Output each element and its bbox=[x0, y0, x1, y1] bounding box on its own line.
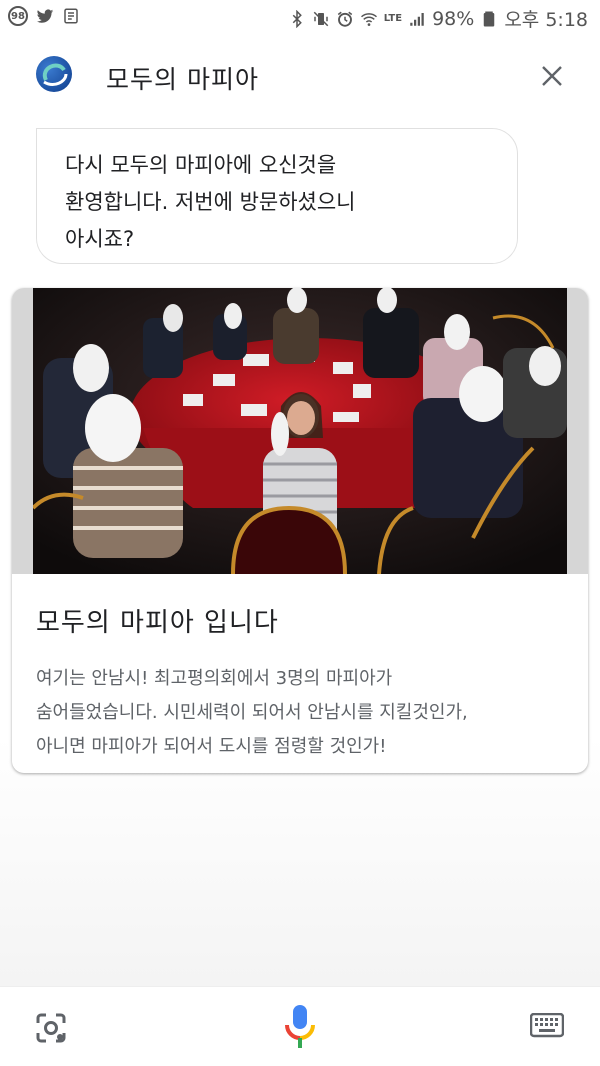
card-description: 여기는 안남시! 최고평의회에서 3명의 마피아가 숨어들었습니다. 시민세력이… bbox=[36, 668, 468, 757]
card-title: 모두의 마피아 입니다 bbox=[36, 608, 279, 638]
assistant-input-bar bbox=[0, 986, 600, 1066]
clock: 오후 5:18 bbox=[504, 9, 588, 31]
status-bar-left: 98 bbox=[8, 6, 80, 26]
close-icon bbox=[542, 66, 562, 86]
lens-icon bbox=[36, 1013, 66, 1043]
alarm-icon bbox=[337, 11, 352, 27]
status-bar-right: LTE 98% 오후 5:18 bbox=[288, 5, 588, 32]
signal-icon bbox=[410, 12, 424, 26]
conversation-area: 다시 모두의 마피아에 오신것을 환영합니다. 저번에 방문하셨으니 아시죠? bbox=[0, 116, 600, 986]
battery-icon bbox=[484, 11, 495, 26]
lens-button[interactable] bbox=[34, 1011, 68, 1045]
mic-button[interactable] bbox=[284, 1003, 316, 1049]
close-button[interactable] bbox=[538, 62, 566, 90]
assistant-message-bubble: 다시 모두의 마피아에 오신것을 환영합니다. 저번에 방문하셨으니 아시죠? bbox=[36, 128, 518, 264]
news-icon bbox=[64, 8, 78, 24]
assistant-message-text: 다시 모두의 마피아에 오신것을 환영합니다. 저번에 방문하셨으니 아시죠? bbox=[65, 153, 356, 251]
keyboard-button[interactable] bbox=[529, 1012, 565, 1039]
battery-percent: 98% bbox=[432, 7, 475, 30]
twitter-icon bbox=[36, 9, 54, 23]
keyboard-icon bbox=[529, 1012, 565, 1038]
mic-icon bbox=[285, 1005, 315, 1048]
info-card[interactable]: 모두의 마피아 입니다 여기는 안남시! 최고평의회에서 3명의 마피아가 숨어… bbox=[12, 288, 588, 773]
vibrate-mute-icon bbox=[313, 11, 328, 26]
app-title: 모두의 마피아 bbox=[106, 65, 259, 94]
wifi-icon bbox=[360, 12, 377, 26]
card-image-frame bbox=[12, 288, 588, 574]
app-logo-icon bbox=[36, 56, 72, 92]
mafia-game-photo bbox=[33, 288, 567, 574]
status-bar: 98 LTE 98% 오후 5:18 bbox=[0, 0, 600, 36]
app-header: 모두의 마피아 bbox=[0, 36, 600, 116]
network-type-label: LTE bbox=[383, 12, 403, 24]
notification-count-badge: 98 bbox=[8, 6, 28, 26]
bluetooth-icon bbox=[292, 9, 302, 28]
